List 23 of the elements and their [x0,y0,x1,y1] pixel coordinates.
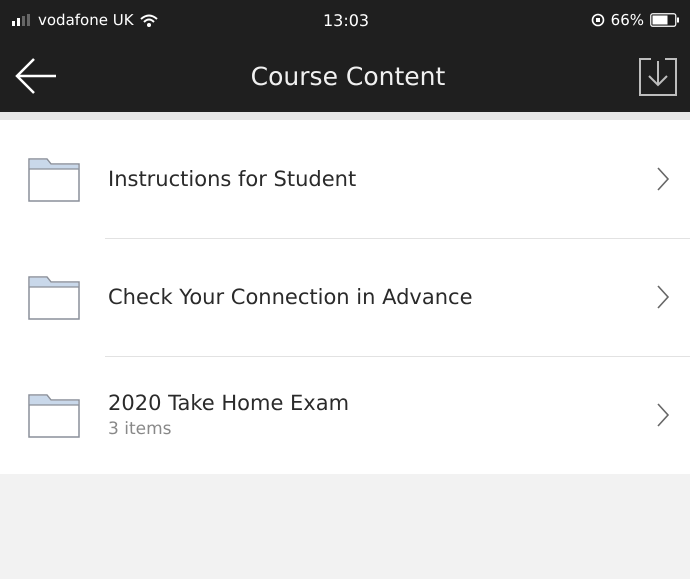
folder-title: Instructions for Student [108,167,358,191]
folder-title: Check Your Connection in Advance [108,285,474,309]
folder-item[interactable]: 2020 Take Home Exam 3 items [0,356,690,474]
chevron-icon [656,402,670,428]
folder-item[interactable]: Check Your Connection in Advance [0,238,690,356]
folder-title: 2020 Take Home Exam [108,391,350,415]
folder-icon [28,156,80,202]
folder-icon [28,274,80,320]
folder-icon [28,392,80,438]
chevron-icon [656,284,670,310]
signal-icon [12,14,32,26]
clock-time: 13:03 [322,10,370,30]
chevron-icon [656,166,670,192]
download-icon[interactable] [638,55,678,97]
battery-icon [650,13,680,27]
back-arrow-icon[interactable] [14,56,58,96]
screen-title: Course Content [250,62,446,90]
rotation-lock-icon [590,13,605,27]
wifi-icon [140,14,158,26]
carrier-name: vodafone UK [38,11,134,29]
folder-item[interactable]: Instructions for Student [0,120,690,238]
item-count: 3 items [108,419,172,439]
battery-percent: 66% [610,11,644,29]
